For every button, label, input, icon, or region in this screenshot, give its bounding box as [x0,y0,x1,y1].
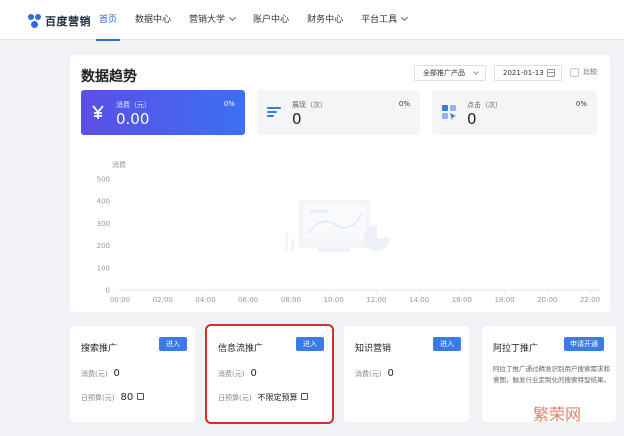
card-row-spend: 消费(元) 0 [81,368,120,379]
nav-label: 营销大学 [189,15,226,25]
main-nav: 首页 数据中心 营销大学 账户中心 财务中心 平台工具 [92,0,418,41]
paw-logo-icon [28,14,42,28]
metric-label: 消费（元） [116,101,151,109]
metric-percent: 0% [223,100,235,108]
product-select[interactable]: 全部推广产品 [414,65,486,81]
x-tick-label: 20:00 [537,296,557,304]
row-label: 消费(元) [81,370,108,378]
y-tick-label: 0 [106,287,110,295]
x-tick-label: 22:00 [580,296,600,304]
watermark: 繁荣网 [533,405,582,424]
nav-label: 账户中心 [253,15,290,25]
nav-item-account-center[interactable]: 账户中心 [246,0,296,40]
apply-button[interactable]: 申请开通 [564,337,604,351]
chevron-down-icon [473,69,479,75]
nav-label: 平台工具 [361,15,398,25]
metric-card-spend[interactable]: 消费（元） 0.00 0% [81,90,245,135]
row-label: 日预算(元) [81,394,115,402]
date-picker[interactable]: 2021-01-13 [494,65,562,81]
nav-item-finance-center[interactable]: 财务中心 [300,0,350,40]
card-feed-promotion: 信息流推广 进入 消费(元) 0 日预算(元) 不限定预算 [205,324,334,424]
card-title: 阿拉丁推广 [493,344,539,354]
card-row-spend: 消费(元) 0 [355,368,394,379]
data-trend-panel: 数据趋势 全部推广产品 2021-01-13 比较 消费（元） 0.00 0% … [70,55,610,312]
edit-icon[interactable] [137,393,145,400]
empty-data-illustration [285,200,390,252]
top-navbar: 百度营销 首页 数据中心 营销大学 账户中心 财务中心 平台工具 [0,0,624,41]
metric-percent: 0% [575,100,587,108]
compare-toggle[interactable]: 比较 [570,67,597,77]
card-knowledge-marketing: 知识营销 进入 消费(元) 0 [344,326,469,422]
metric-value: 0 [292,110,302,128]
row-value: 0 [113,368,120,379]
x-tick-label: 06:00 [238,296,258,304]
chevron-down-icon [229,13,237,22]
click-icon [442,105,456,120]
nav-item-platform-tools[interactable]: 平台工具 [354,0,414,40]
card-row-spend: 消费(元) 0 [218,368,257,379]
nav-item-data-center[interactable]: 数据中心 [128,0,178,40]
nav-item-marketing-university[interactable]: 营销大学 [182,0,242,40]
x-tick-label: 10:00 [324,296,344,304]
x-tick-label: 14:00 [409,296,429,304]
card-title: 知识营销 [355,344,392,354]
x-tick-label: 12:00 [366,296,386,304]
enter-button[interactable]: 进入 [433,337,461,351]
x-tick-label: 08:00 [281,296,301,304]
row-label: 日预算(元) [218,394,252,402]
x-tick-label: 00:00 [110,296,130,304]
y-tick-label: 300 [97,220,110,228]
edit-icon[interactable] [301,393,309,400]
row-value: 0 [387,368,394,379]
enter-button[interactable]: 进入 [159,337,187,351]
y-tick-label: 100 [97,264,110,272]
card-description: 阿拉丁推广通过精准识别用户搜索需求和意图，触发行业定制化的搜索特型结果。 [493,365,610,384]
metric-percent: 0% [398,100,410,108]
nav-label: 首页 [99,15,118,25]
nav-label: 数据中心 [135,15,172,25]
x-tick-label: 18:00 [494,296,514,304]
baidu-marketing-logo[interactable]: 百度营销 [28,12,91,30]
card-search-promotion: 搜索推广 进入 消费(元) 0 日预算(元) 80 [70,326,195,422]
list-icon [267,107,281,117]
metric-card-impressions[interactable]: 展现（次） 0 0% [257,90,420,135]
y-tick-label: 400 [97,198,110,206]
card-title: 信息流推广 [218,344,264,354]
card-row-budget: 日预算(元) 不限定预算 [218,392,309,403]
calendar-icon [547,69,555,77]
row-value: 不限定预算 [257,393,298,402]
brand-name: 百度营销 [45,15,91,28]
metric-value: 0.00 [116,110,150,128]
row-label: 消费(元) [218,370,245,378]
x-tick-label: 04:00 [195,296,215,304]
compare-label: 比较 [583,68,597,76]
nav-item-home[interactable]: 首页 [92,0,124,41]
row-value: 0 [250,368,257,379]
date-value: 2021-01-13 [503,69,544,77]
chevron-down-icon [401,13,409,22]
nav-label: 财务中心 [307,15,344,25]
y-tick-label: 200 [97,242,110,250]
y-axis-title: 消费 [112,160,126,169]
yen-icon [92,105,104,119]
compare-checkbox[interactable] [570,67,579,77]
card-row-budget: 日预算(元) 80 [81,392,145,403]
x-tick-label: 16:00 [452,296,472,304]
product-select-value: 全部推广产品 [423,69,465,77]
metric-value: 0 [467,110,477,128]
enter-button[interactable]: 进入 [296,337,324,351]
metric-label: 展现（次） [292,101,327,109]
y-tick-label: 500 [97,176,110,184]
row-value: 80 [120,392,134,403]
spend-trend-chart: 消费 0 100 200 300 400 500 00:00 02:00 04:00 06:00… [97,160,600,304]
card-title: 搜索推广 [81,344,118,354]
row-label: 消费(元) [355,370,382,378]
x-tick-label: 02:00 [153,296,173,304]
metric-card-clicks[interactable]: 点击（次） 0 0% [432,90,597,135]
metric-label: 点击（次） [467,101,502,109]
panel-title: 数据趋势 [81,69,137,85]
